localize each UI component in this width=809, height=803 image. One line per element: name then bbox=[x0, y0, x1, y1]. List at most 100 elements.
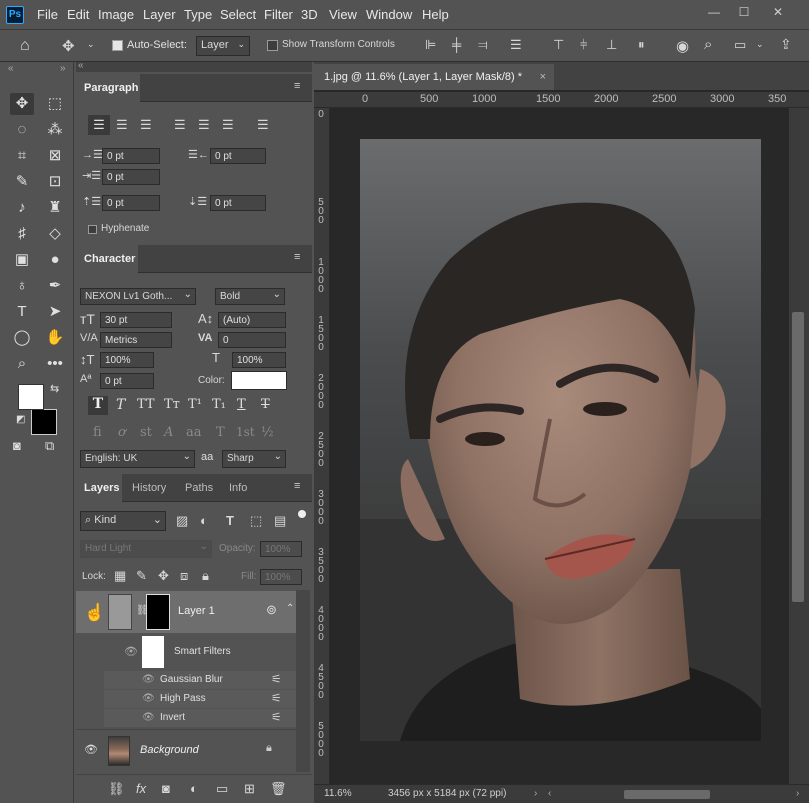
visibility-eye-icon[interactable]: 👁︎ bbox=[142, 712, 155, 723]
frame-tool[interactable]: ⊠ bbox=[43, 145, 67, 167]
collapse-icon[interactable]: » bbox=[60, 63, 66, 74]
add-mask-icon[interactable]: ◙ bbox=[162, 781, 170, 796]
quick-mask-icon[interactable]: ◙ bbox=[13, 438, 21, 453]
collapse-arrow-icon[interactable]: ⌃ bbox=[286, 603, 294, 614]
filter-options-icon[interactable]: ⚟ bbox=[271, 691, 282, 705]
path-selection-tool[interactable]: ➤ bbox=[43, 301, 67, 323]
group-folder-icon[interactable]: ▭ bbox=[216, 781, 228, 797]
eyedropper-tool[interactable]: ✎ bbox=[10, 171, 34, 193]
tab-paths[interactable]: Paths bbox=[177, 474, 221, 502]
ellipse-tool[interactable]: ◯ bbox=[10, 327, 34, 349]
status-expand-icon[interactable]: › bbox=[534, 785, 537, 803]
share-icon[interactable]: ⇪ bbox=[780, 36, 792, 53]
filter-shape-icon[interactable]: ⬚ bbox=[250, 513, 262, 529]
layer-row-layer-1[interactable]: ☝ ⛓ Layer 1 ⊚ ⌃ bbox=[76, 591, 296, 633]
workspace-icon[interactable]: ▭ bbox=[734, 37, 746, 53]
zoom-level[interactable]: 11.6% bbox=[324, 785, 352, 803]
menu-file[interactable]: File bbox=[37, 7, 58, 22]
leading-field[interactable]: (Auto) bbox=[218, 312, 286, 328]
align-right-text-icon[interactable]: ☰ bbox=[140, 117, 152, 133]
align-middle-icon[interactable]: ⫩ bbox=[580, 37, 587, 53]
tab-layers[interactable]: Layers bbox=[76, 474, 122, 502]
vertical-scrollbar[interactable] bbox=[789, 108, 809, 784]
filter-toggle[interactable] bbox=[298, 510, 306, 518]
new-layer-icon[interactable]: ⊞ bbox=[244, 781, 255, 797]
minimize-button[interactable]: — bbox=[700, 4, 728, 20]
marquee-tool[interactable]: ⬚ bbox=[43, 93, 67, 115]
fill-field[interactable]: 100% bbox=[260, 569, 302, 585]
tab-info[interactable]: Info bbox=[221, 474, 255, 502]
maximize-button[interactable]: ☐ bbox=[730, 4, 758, 20]
lasso-tool[interactable]: ◌ bbox=[10, 119, 34, 141]
tab-history[interactable]: History bbox=[124, 474, 174, 502]
vertical-scale-field[interactable]: 100% bbox=[100, 352, 154, 368]
tracking-field[interactable]: 0 bbox=[218, 332, 286, 348]
foreground-color-swatch[interactable] bbox=[18, 384, 44, 410]
filter-options-icon[interactable]: ⚟ bbox=[271, 710, 282, 724]
scroll-left-icon[interactable]: ‹ bbox=[548, 785, 551, 803]
align-top-icon[interactable]: ⊤ bbox=[553, 37, 564, 53]
panel-menu-icon[interactable]: ≡ bbox=[294, 480, 300, 492]
underline-button[interactable]: T bbox=[237, 397, 246, 412]
brush-tool[interactable]: ♪ bbox=[10, 197, 34, 219]
screen-mode-icon[interactable]: ⧉ bbox=[45, 438, 54, 454]
discretionary-ligatures-button[interactable]: st bbox=[140, 425, 152, 440]
panel-menu-icon[interactable]: ≡ bbox=[294, 251, 300, 263]
titling-alternates-button[interactable]: T bbox=[216, 425, 225, 440]
visibility-eye-icon[interactable]: 👁︎ bbox=[142, 693, 155, 704]
ordinals-button[interactable]: 1st bbox=[236, 425, 255, 439]
filter-pixel-icon[interactable]: ▨ bbox=[176, 513, 188, 529]
background-color-swatch[interactable] bbox=[31, 409, 57, 435]
move-tool-icon[interactable]: ✥ bbox=[62, 37, 75, 55]
align-bottom-icon[interactable]: ⊥ bbox=[606, 37, 617, 53]
indent-left-field[interactable]: 0 pt bbox=[102, 148, 160, 164]
indent-right-field[interactable]: 0 pt bbox=[210, 148, 266, 164]
hand-tool[interactable]: ✋ bbox=[43, 327, 67, 349]
pen-tool[interactable]: ✒ bbox=[43, 275, 67, 297]
filter-type-icon[interactable]: T bbox=[226, 513, 234, 528]
all-caps-button[interactable]: TT bbox=[137, 397, 155, 412]
align-left-text-icon[interactable]: ☰ bbox=[88, 115, 110, 135]
smart-filter-mask-thumbnail[interactable] bbox=[142, 636, 164, 668]
space-before-field[interactable]: 0 pt bbox=[102, 195, 160, 211]
show-transform-checkbox[interactable] bbox=[267, 40, 278, 51]
kerning-field[interactable]: Metrics bbox=[100, 332, 172, 348]
layer-row-background[interactable]: 👁︎ Background 🔒︎ bbox=[76, 729, 296, 771]
filter-row-gaussian-blur[interactable]: 👁︎ Gaussian Blur ⚟ bbox=[104, 671, 296, 689]
superscript-button[interactable]: T¹ bbox=[188, 397, 202, 412]
menu-type[interactable]: Type bbox=[184, 7, 212, 22]
distribute-vertical-icon[interactable]: ⏸ bbox=[638, 37, 645, 53]
scroll-right-icon[interactable]: › bbox=[796, 785, 799, 803]
layer-mask-thumbnail[interactable] bbox=[146, 594, 170, 630]
indent-first-line-field[interactable]: 0 pt bbox=[102, 169, 160, 185]
gradient-tool[interactable]: ▣ bbox=[10, 249, 34, 271]
panel-menu-icon[interactable]: ≡ bbox=[294, 80, 300, 92]
ligatures-button[interactable]: fi bbox=[93, 425, 102, 440]
delete-layer-icon[interactable]: 🗑︎ bbox=[270, 781, 287, 797]
chevron-down-icon[interactable]: ⌄ bbox=[87, 39, 95, 50]
align-right-icon[interactable]: ⫤ bbox=[478, 37, 488, 53]
lock-artboard-icon[interactable]: ⧈ bbox=[180, 568, 188, 584]
collapse-icon[interactable]: « bbox=[78, 60, 84, 71]
swash-button[interactable]: A bbox=[164, 425, 173, 440]
more-tools[interactable]: ••• bbox=[43, 353, 67, 375]
eraser-tool[interactable]: ◇ bbox=[43, 223, 67, 245]
menu-image[interactable]: Image bbox=[98, 7, 134, 22]
move-tool[interactable]: ✥ bbox=[10, 93, 34, 115]
faux-bold-button[interactable]: T bbox=[88, 396, 108, 415]
vertical-scrollbar-thumb[interactable] bbox=[792, 312, 804, 602]
menu-help[interactable]: Help bbox=[422, 7, 449, 22]
small-caps-button[interactable]: Tт bbox=[164, 397, 180, 412]
close-tab-icon[interactable]: × bbox=[540, 64, 546, 90]
horizontal-scale-field[interactable]: 100% bbox=[232, 352, 286, 368]
faux-italic-button[interactable]: T bbox=[116, 397, 125, 413]
strikethrough-button[interactable]: T bbox=[261, 397, 270, 412]
justify-last-left-icon[interactable]: ☰ bbox=[174, 117, 186, 133]
antialias-dropdown[interactable]: Sharp ⌄ bbox=[222, 450, 286, 468]
filter-row-high-pass[interactable]: 👁︎ High Pass ⚟ bbox=[104, 690, 296, 708]
filter-smart-object-icon[interactable]: ▤ bbox=[274, 513, 286, 529]
menu-filter[interactable]: Filter bbox=[264, 7, 293, 22]
auto-select-checkbox[interactable] bbox=[112, 40, 123, 51]
visibility-eye-icon[interactable]: 👁︎ bbox=[142, 674, 155, 685]
justify-all-icon[interactable]: ☰ bbox=[257, 117, 269, 133]
